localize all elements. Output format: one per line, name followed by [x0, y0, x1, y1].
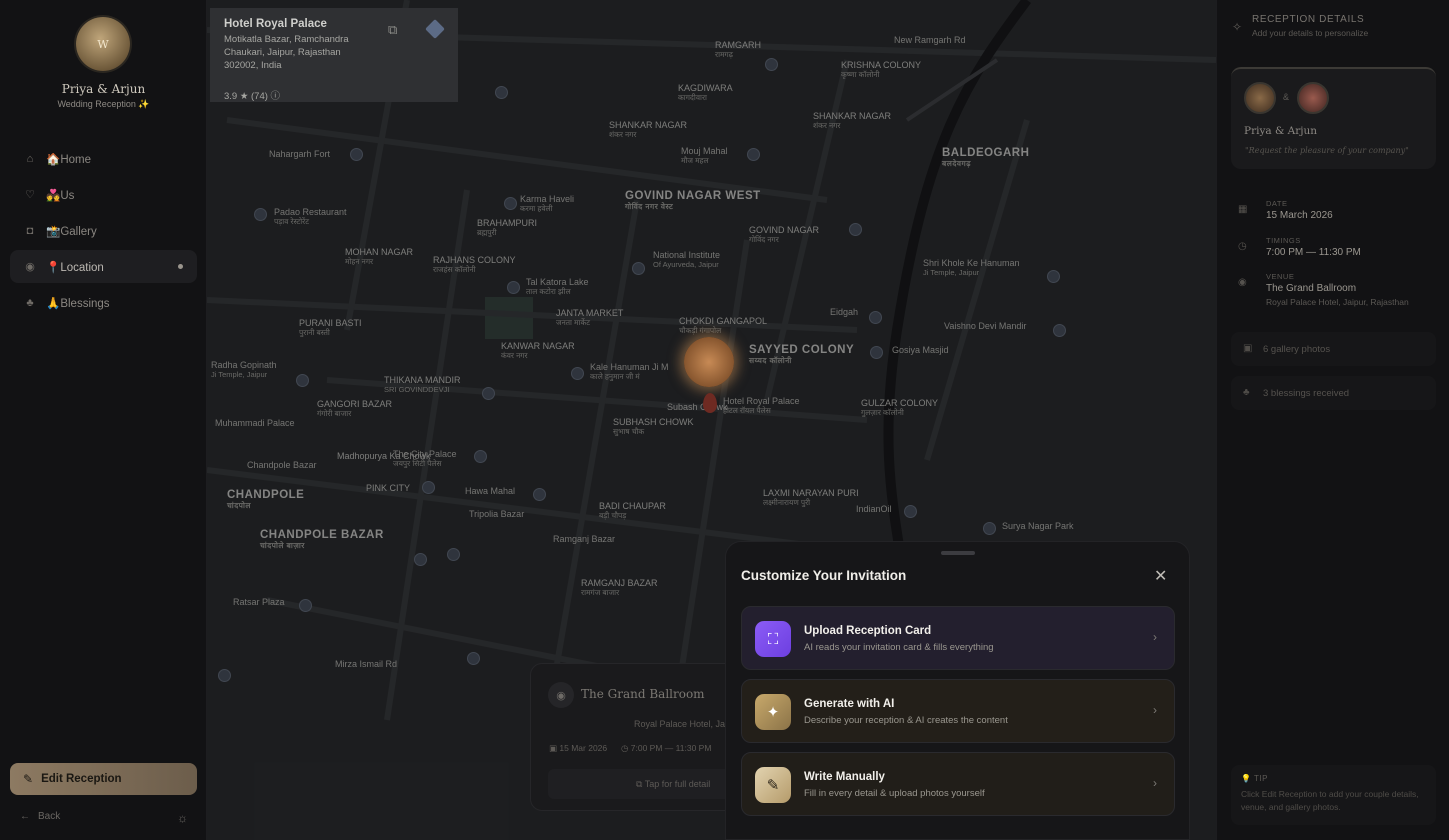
tip-box: 💡 TIP Click Edit Reception to add your c… [1231, 765, 1436, 825]
ampersand: & [1283, 92, 1290, 102]
sparkles-icon: ✦ [755, 694, 791, 730]
couple-avatar: W [76, 17, 130, 71]
tree-icon: ♣ [26, 296, 34, 309]
chevron-right-icon: › [1153, 703, 1157, 717]
nav-item-blessings[interactable]: ♣ 🙏Blessings [10, 286, 197, 319]
sparkle-icon: ✧ [1232, 20, 1243, 34]
arrow-left-icon: ← [20, 811, 30, 822]
gallery-stat: ▣ 6 gallery photos [1231, 332, 1436, 366]
invitation-quote: "Request the pleasure of your company" [1245, 146, 1409, 155]
back-button[interactable]: ← Back [20, 811, 60, 822]
nav-label: 🙏Blessings [46, 297, 110, 310]
nav-item-location[interactable]: ◉ 📍Location [10, 250, 197, 283]
sidebar: W Priya & Arjun Wedding Reception ✨ ⌂ 🏠H… [0, 0, 207, 840]
reception-details-panel: ✧ RECEPTION DETAILS Add your details to … [1216, 0, 1449, 840]
nav-label: 💑Us [46, 189, 75, 202]
detail-subvalue: Royal Palace Hotel, Jaipur, Rajasthan [1266, 297, 1409, 307]
upload-card-option[interactable]: ⛶ Upload Reception Card AI reads your in… [741, 606, 1175, 670]
bride-avatar [1244, 82, 1276, 114]
open-external-icon[interactable]: ⧉ [388, 22, 397, 38]
calendar-icon: ▦ [1238, 204, 1248, 215]
scan-icon: ⛶ [755, 621, 791, 657]
panel-subtitle: Add your details to personalize [1252, 28, 1369, 38]
map-pin-icon: ◉ [25, 261, 35, 273]
place-rating: 3.9 ★ (74) ⓘ [224, 91, 281, 102]
back-label: Back [38, 811, 61, 822]
map-pin-icon: ◉ [548, 682, 574, 708]
detail-label: VENUE [1266, 272, 1295, 281]
home-icon: ⌂ [26, 152, 34, 165]
write-manually-option[interactable]: ✎ Write Manually Fill in every detail & … [741, 752, 1175, 816]
location-pin-icon[interactable] [703, 393, 717, 413]
venue-time-text: 7:00 PM — 11:30 PM [630, 743, 712, 753]
clock-icon: ◷ [1238, 241, 1247, 252]
venue-date: ▣ 15 Mar 2026 [549, 743, 608, 753]
stat-text: 3 blessings received [1263, 388, 1350, 399]
nav-item-home[interactable]: ⌂ 🏠Home [10, 142, 197, 175]
map-pin-icon: ◉ [1238, 277, 1247, 288]
generate-ai-option[interactable]: ✦ Generate with AI Describe your recepti… [741, 679, 1175, 743]
edit-reception-button[interactable]: ✎ Edit Reception [10, 763, 197, 795]
nav-label: 📸Gallery [46, 225, 97, 238]
nav-item-gallery[interactable]: ◘ 📸Gallery [10, 214, 197, 247]
venue-time: ◷ 7:00 PM — 11:30 PM [621, 743, 712, 753]
option-subtitle: AI reads your invitation card & fills ev… [804, 642, 994, 653]
panel-title: RECEPTION DETAILS [1252, 14, 1365, 25]
heart-icon: ♡ [25, 189, 35, 201]
venue-date-text: 15 Mar 2026 [559, 743, 608, 753]
app-root: W Priya & Arjun Wedding Reception ✨ ⌂ 🏠H… [0, 0, 1449, 840]
nav-item-us[interactable]: ♡ 💑Us [10, 178, 197, 211]
stat-text: 6 gallery photos [1263, 344, 1331, 355]
groom-avatar [1297, 82, 1329, 114]
place-info-card[interactable]: Hotel Royal Palace Motikatla Bazar, Ramc… [210, 8, 458, 102]
event-subtitle: Wedding Reception ✨ [57, 99, 150, 109]
venue-address: Royal Palace Hotel, Ja [634, 719, 726, 729]
avatar-monogram: W [97, 37, 109, 51]
option-title: Generate with AI [804, 698, 895, 710]
detail-label: DATE [1266, 199, 1288, 208]
place-title: Hotel Royal Palace [224, 18, 327, 30]
option-subtitle: Describe your reception & AI creates the… [804, 715, 1008, 726]
venue-photo-marker[interactable] [684, 337, 734, 387]
place-address: Motikatla Bazar, Ramchandra Chaukari, Ja… [224, 34, 349, 71]
couple-card: & Priya & Arjun "Request the pleasure of… [1231, 67, 1436, 169]
tree-icon: ♣ [1243, 387, 1250, 398]
chevron-right-icon: › [1153, 776, 1157, 790]
tap-details-label: Tap for full detail [644, 779, 711, 789]
detail-value: 7:00 PM — 11:30 PM [1266, 247, 1361, 258]
directions-icon[interactable] [425, 19, 445, 39]
nav-label: 📍Location [46, 261, 104, 274]
couple-name: Priya & Arjun [1244, 125, 1318, 137]
customize-sheet: Customize Your Invitation ✕ ⛶ Upload Rec… [725, 541, 1190, 840]
pencil-icon: ✎ [23, 772, 34, 786]
detail-value: 15 March 2026 [1266, 210, 1333, 221]
sheet-title: Customize Your Invitation [741, 568, 907, 583]
tip-text: Click Edit Reception to add your couple … [1241, 789, 1419, 812]
image-icon: ▣ [1243, 343, 1253, 354]
blessings-stat: ♣ 3 blessings received [1231, 376, 1436, 410]
option-title: Write Manually [804, 771, 885, 783]
active-indicator [178, 264, 183, 269]
option-title: Upload Reception Card [804, 625, 932, 637]
close-icon[interactable]: ✕ [1154, 566, 1167, 586]
couple-name: Priya & Arjun [61, 82, 146, 96]
sidebar-nav: ⌂ 🏠Home ♡ 💑Us ◘ 📸Gallery ◉ 📍Location ♣ 🙏… [10, 142, 197, 322]
edit-reception-label: Edit Reception [41, 773, 122, 785]
theme-toggle-icon[interactable]: ☼ [177, 811, 188, 825]
tip-label: 💡 TIP [1241, 774, 1268, 783]
detail-value: The Grand Ballroom [1266, 283, 1357, 294]
detail-label: TIMINGS [1266, 236, 1301, 245]
chevron-right-icon: › [1153, 630, 1157, 644]
camera-icon: ◘ [26, 224, 34, 237]
venue-name: The Grand Ballroom [581, 687, 705, 701]
pen-icon: ✎ [755, 767, 791, 803]
nav-label: 🏠Home [46, 153, 91, 166]
option-subtitle: Fill in every detail & upload photos you… [804, 788, 985, 799]
drag-handle[interactable] [941, 551, 975, 555]
